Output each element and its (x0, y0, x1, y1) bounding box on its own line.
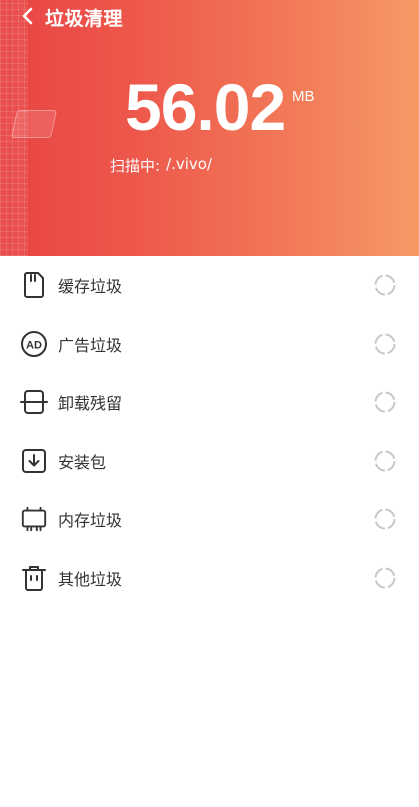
list-item-label: 其他垃圾 (58, 569, 123, 589)
spinner-icon (374, 333, 396, 355)
scan-status: 扫描中: /.vivo/ (110, 155, 212, 176)
uninstall-box-icon (20, 388, 48, 416)
list-item-label: 安装包 (58, 452, 107, 472)
memory-chip-icon (20, 505, 48, 533)
spinner-icon (374, 450, 396, 472)
download-box-icon (20, 447, 48, 475)
list-item-other[interactable]: 其他垃圾 (0, 549, 419, 608)
trash-icon (20, 564, 48, 592)
list-item-label: 内存垃圾 (58, 511, 123, 531)
page-title: 垃圾清理 (45, 8, 124, 30)
list-item-label: 广告垃圾 (58, 335, 123, 355)
list-item-memory[interactable]: 内存垃圾 (0, 490, 419, 549)
top-bar: 垃圾清理 (0, 0, 419, 36)
list-item-label: 卸载残留 (58, 394, 123, 414)
list-item-ads[interactable]: AD 广告垃圾 (0, 315, 419, 374)
list-item-apk[interactable]: 安装包 (0, 432, 419, 491)
junk-category-list: 缓存垃圾 AD 广告垃圾 卸载残留 安装包 内存垃圾 其他垃圾 (0, 256, 419, 607)
spinner-icon (374, 274, 396, 296)
ad-circle-icon: AD (20, 330, 48, 358)
spinner-icon (374, 391, 396, 413)
scan-path: /.vivo/ (166, 155, 213, 173)
scan-label: 扫描中: (110, 157, 161, 175)
sd-card-icon (20, 271, 48, 299)
list-item-cache[interactable]: 缓存垃圾 (0, 256, 419, 315)
chevron-left-icon[interactable] (18, 6, 36, 26)
list-item-label: 缓存垃圾 (58, 277, 123, 297)
scan-header: 垃圾清理 56.02 MB 扫描中: /.vivo/ (0, 0, 419, 256)
spinner-icon (374, 567, 396, 589)
spinner-icon (374, 508, 396, 530)
total-junk-size: 56.02 (125, 70, 286, 144)
svg-text:AD: AD (26, 339, 42, 351)
decorative-card (11, 110, 57, 138)
size-unit: MB (292, 88, 315, 105)
list-item-residual[interactable]: 卸载残留 (0, 373, 419, 432)
